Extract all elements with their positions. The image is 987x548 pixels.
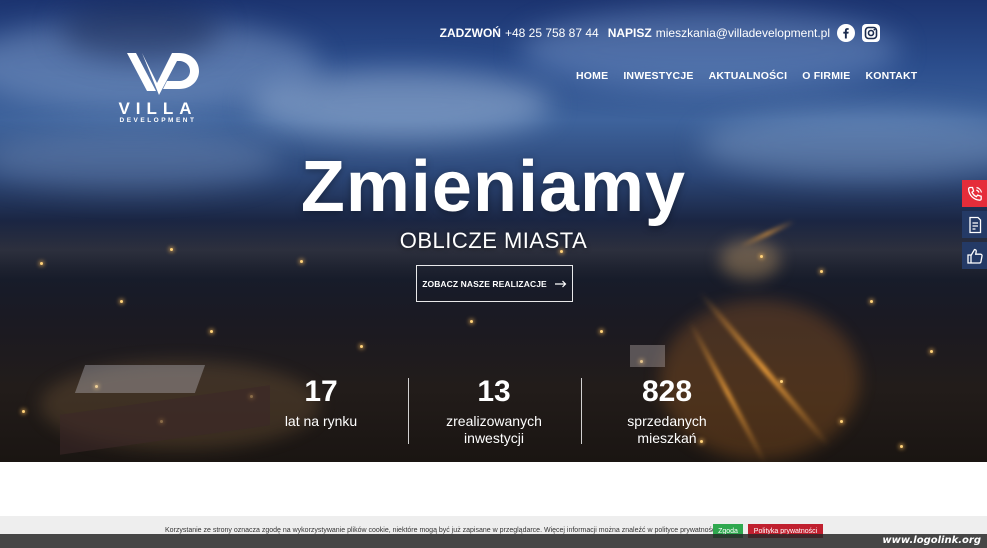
side-like-button[interactable]: [962, 242, 987, 269]
stat-apartments: 828 sprzedanych mieszkań: [597, 377, 737, 447]
building: [630, 345, 665, 367]
stat-years: 17 lat na rynku: [251, 377, 391, 430]
stat-label: sprzedanych mieszkań: [597, 413, 737, 447]
stat-value: 828: [641, 375, 693, 408]
stat-divider: [408, 378, 409, 444]
city-light: [840, 420, 843, 423]
stat-value: 13: [477, 375, 511, 408]
stat-label: zrealizowanych inwestycji: [424, 413, 564, 447]
contact-bar: ZADZWOŃ +48 25 758 87 44 NAPISZ mieszkan…: [440, 26, 830, 40]
stat-label: lat na rynku: [284, 413, 358, 429]
email-link[interactable]: mieszkania@villadevelopment.pl: [656, 26, 830, 40]
city-light: [210, 330, 213, 333]
city-light: [780, 380, 783, 383]
city-light: [870, 300, 873, 303]
instagram-icon[interactable]: [862, 24, 880, 42]
stat-label-line: mieszkań: [637, 429, 697, 446]
city-light: [40, 262, 43, 265]
nav-item-kontakt[interactable]: KONTAKT: [865, 70, 917, 82]
city-light: [360, 345, 363, 348]
city-light: [760, 255, 763, 258]
see-projects-label: ZOBACZ NASZE REALIZACJE: [422, 278, 547, 289]
watermark-text: www.logolink.org: [882, 535, 981, 546]
city-light: [22, 410, 25, 413]
nav-item-home[interactable]: HOME: [576, 70, 608, 82]
hero-subheadline: OBLICZE MIASTA: [399, 228, 588, 253]
nav-item-o-firmie[interactable]: O FIRMIE: [802, 70, 850, 82]
thumbs-up-icon: [966, 248, 983, 264]
city-light: [600, 330, 603, 333]
city-light: [300, 260, 303, 263]
stat-label-line: inwestycji: [464, 429, 524, 446]
phone-icon: [967, 186, 982, 201]
nav-item-inwestycje[interactable]: INWESTYCJE: [623, 70, 693, 82]
stat-divider: [581, 378, 582, 444]
city-light: [120, 300, 123, 303]
stat-label-line: zrealizowanych: [446, 413, 542, 429]
nav-item-aktualnosci[interactable]: AKTUALNOŚCI: [709, 70, 788, 82]
hero-headline: Zmieniamy: [300, 147, 687, 227]
logo-title: VILLA: [118, 99, 198, 118]
main-nav: HOME INWESTYCJE AKTUALNOŚCI O FIRMIE KON…: [576, 70, 917, 82]
cloud: [250, 70, 550, 140]
city-light: [470, 320, 473, 323]
city-light: [820, 270, 823, 273]
facebook-icon[interactable]: [837, 24, 855, 42]
logo-subtitle: DEVELOPMENT: [119, 117, 197, 124]
phone-label: ZADZWOŃ: [439, 26, 501, 40]
building: [74, 365, 206, 393]
stat-investments: 13 zrealizowanych inwestycji: [424, 377, 564, 447]
stat-value: 17: [304, 375, 338, 408]
side-form-button[interactable]: [962, 211, 987, 238]
city-light: [930, 350, 933, 353]
side-call-button[interactable]: [962, 180, 987, 207]
stat-label-line: sprzedanych: [627, 413, 707, 429]
watermark-bar: [0, 534, 987, 548]
city-light: [900, 445, 903, 448]
phone-link[interactable]: +48 25 758 87 44: [505, 26, 599, 40]
arrow-right-icon: [554, 280, 567, 287]
email-label: NAPISZ: [607, 26, 652, 40]
see-projects-button[interactable]: ZOBACZ NASZE REALIZACJE: [416, 265, 573, 302]
form-icon: [968, 216, 981, 233]
cookie-text: Korzystanie ze strony oznacza zgodę na w…: [165, 527, 720, 534]
